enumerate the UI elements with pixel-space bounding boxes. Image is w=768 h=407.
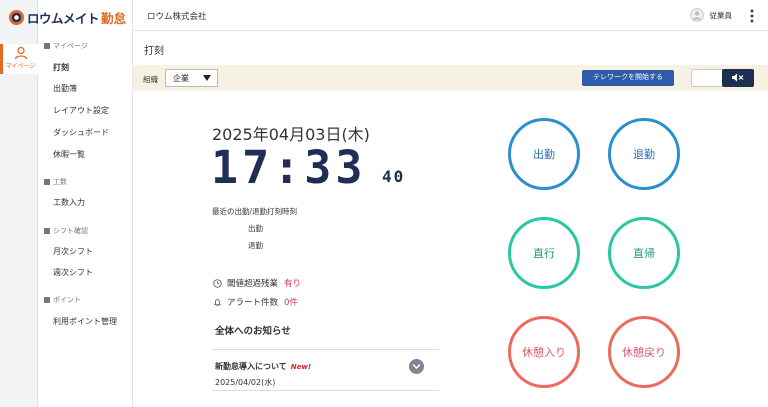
recent-clock-in: 出勤: [248, 224, 263, 233]
page-title: 打刻: [144, 46, 164, 57]
news-date: 2025/04/02(水): [215, 378, 276, 387]
sound-toggle[interactable]: [691, 69, 754, 87]
bell-icon: [213, 298, 222, 306]
direct-go-button[interactable]: 直行: [508, 217, 580, 289]
menu-item-punch[interactable]: 打刻: [53, 62, 69, 73]
alert-value: 0件: [284, 298, 298, 308]
menu-item-layout-settings[interactable]: レイアウト設定: [53, 105, 109, 116]
break-end-button[interactable]: 休憩戻り: [608, 316, 680, 388]
current-time: 17:33: [211, 141, 367, 194]
filter-bar: 組織 企業 テレワークを開始する: [133, 65, 768, 91]
recent-punch-title: 最近の出勤/退勤打刻時刻: [212, 207, 298, 216]
alert-label: アラート件数: [227, 298, 279, 308]
logo-icon: [8, 9, 25, 25]
menu-item-weekly-shift[interactable]: 週次シフト: [53, 267, 93, 278]
menu-section-my-page: マイページ: [44, 41, 88, 51]
avatar-icon: [689, 8, 704, 22]
sidebar-menu: ロウムメイト 勤怠 マイページ 打刻 出勤簿 レイアウト設定 ダッシュボード 休…: [8, 0, 133, 407]
rail-item-label: マイページ: [5, 63, 36, 70]
user-menu[interactable]: 従業員: [689, 8, 733, 22]
news-heading: 全体へのお知らせ: [215, 326, 291, 337]
brand-name: ロウムメイト: [27, 10, 100, 26]
mute-icon: [722, 69, 754, 87]
new-badge: New!: [290, 363, 312, 371]
caret-down-icon: [203, 75, 211, 81]
clock-in-button[interactable]: 出勤: [508, 118, 580, 190]
menu-section-man-hours: 工数: [44, 177, 67, 187]
menu-section-points: ポイント: [44, 295, 81, 305]
alert-stat: アラート件数 0件: [213, 296, 298, 308]
org-select-value: 企業: [173, 74, 189, 83]
rail-item-my-page[interactable]: マイページ: [0, 44, 38, 74]
menu-item-attendance-book[interactable]: 出勤簿: [53, 83, 77, 94]
brand-product: 勤怠: [101, 10, 127, 26]
clock-icon: [213, 278, 222, 288]
org-label: 組織: [143, 75, 158, 84]
person-icon: [14, 46, 27, 60]
clock-out-button[interactable]: 退勤: [608, 118, 680, 190]
menu-item-dashboard[interactable]: ダッシュボード: [53, 127, 109, 138]
top-bar: ロウム株式会社 従業員: [133, 0, 768, 31]
news-title: 新勤怠導入について New!: [215, 362, 312, 371]
expand-chevron-icon[interactable]: [409, 359, 424, 374]
menu-item-man-hours-input[interactable]: 工数入力: [53, 197, 85, 208]
org-select[interactable]: 企業: [165, 69, 218, 87]
menu-item-point-management[interactable]: 利用ポイント管理: [53, 316, 117, 327]
news-item[interactable]: 新勤怠導入について New! 2025/04/02(水): [212, 349, 439, 391]
recent-clock-out: 退勤: [248, 241, 263, 250]
kebab-menu-icon[interactable]: [750, 9, 754, 23]
direct-return-button[interactable]: 直帰: [608, 217, 680, 289]
current-seconds: 40: [382, 167, 406, 186]
brand-logo[interactable]: ロウムメイト 勤怠: [8, 7, 126, 27]
start-telework-button[interactable]: テレワークを開始する: [582, 70, 674, 86]
user-name: 従業員: [709, 10, 733, 20]
menu-item-leave-list[interactable]: 休暇一覧: [53, 149, 85, 160]
overtime-value: 有り: [284, 279, 302, 289]
overtime-stat: 閾値超過残業 有り: [213, 277, 301, 289]
menu-section-shift: シフト確認: [44, 226, 88, 236]
menu-item-monthly-shift[interactable]: 月次シフト: [53, 246, 93, 257]
left-rail: マイページ: [0, 0, 38, 407]
break-start-button[interactable]: 休憩入り: [508, 316, 580, 388]
overtime-label: 閾値超過残業: [227, 279, 279, 289]
company-name: ロウム株式会社: [147, 12, 207, 22]
